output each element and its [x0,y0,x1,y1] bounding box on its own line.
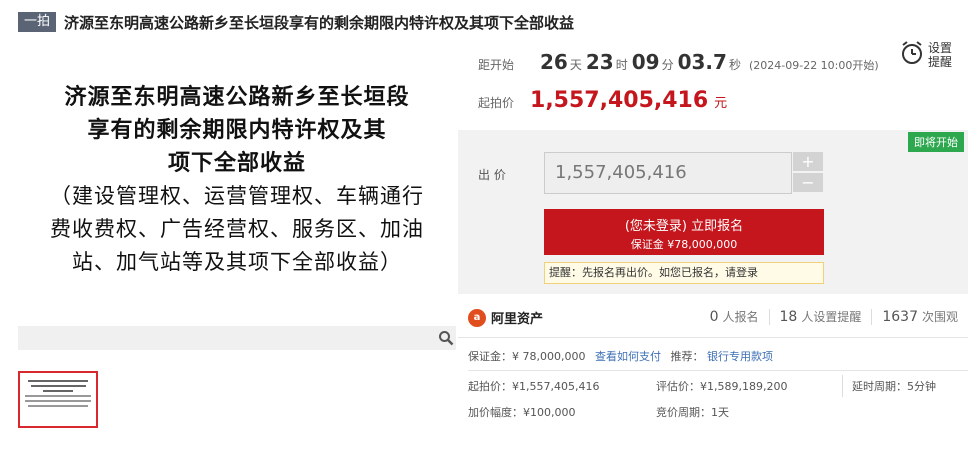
detail-bid-cycle: 竞价周期：1天 [656,406,729,419]
image-text-line: 享有的剩余期限内特许权及其 [87,117,387,143]
status-badge: 即将开始 [908,132,964,152]
signup-button[interactable]: (您未登录) 立即报名 保证金 ¥78,000,000 [544,209,824,255]
starting-price-value: 1,557,405,416 [530,88,709,113]
platform-logo: a 阿里资产 [468,308,543,327]
detail-delay-period: 延时周期：5分钟 [852,380,936,393]
countdown: 距开始 26 天 23 时 09 分 03.7 秒 (2024-09-22 10… [478,50,879,74]
stat-reminders: 18 人设置提醒 [780,308,862,325]
platform-name: 阿里资产 [491,312,544,327]
main-image[interactable]: 济源至东明高速公路新乡至长垣段 享有的剩余期限内特许权及其 项下全部收益 （建设… [18,56,456,326]
auction-type-tag: 一拍 [18,12,57,32]
page-title: 济源至东明高速公路新乡至长垣段享有的剩余期限内特许权及其项下全部收益 [64,13,575,32]
deposit-info: 保证金：¥ 78,000,000 查看如何支付 推荐： 银行专用款项 [468,348,773,364]
stat-number: 1637 [882,309,918,325]
stat-number: 18 [779,309,798,325]
deposit-amount: 保证金：¥ 78,000,000 [468,350,586,363]
countdown-days: 26 [540,50,568,74]
divider [768,308,770,325]
bid-input[interactable]: 1,557,405,416 [544,152,792,194]
start-time: (2024-09-22 10:00开始) [748,59,879,72]
image-text-line: 项下全部收益 [167,150,306,176]
bid-label: 出 价 [478,168,506,182]
detail-start-price: 起拍价：¥1,557,405,416 [468,380,600,393]
image-thumbnail[interactable] [18,371,98,428]
stats: 0 人报名 18 人设置提醒 1637 次围观 [710,308,958,325]
countdown-seconds: 03.7 [677,50,727,74]
alarm-clock-icon [900,40,924,69]
bank-payment-link[interactable]: 银行专用款项 [707,350,773,363]
image-toolbar [18,326,456,350]
stat-label: 次围观 [921,310,958,324]
signup-button-label: (您未登录) 立即报名 [624,219,744,234]
alibaba-logo-icon: a [468,308,486,327]
zoom-icon[interactable] [436,328,456,348]
bid-box: 即将开始 出 价 1,557,405,416 + − (您未登录) 立即报名 保… [458,130,968,294]
stat-label: 人设置提醒 [801,310,862,324]
decrease-bid-button[interactable]: − [793,173,823,192]
divider [842,375,843,397]
divider [871,308,873,325]
stat-views: 1637 次围观 [882,308,958,325]
set-reminder-button[interactable]: 设置提醒 [900,40,956,69]
recommend-label: 推荐： [670,350,704,363]
reminder-label: 设置提醒 [928,40,953,69]
countdown-minutes: 09 [631,50,660,74]
image-text-line: 济源至东明高速公路新乡至长垣段 [64,84,410,110]
days-unit: 天 [569,58,582,72]
minutes-unit: 分 [661,58,674,72]
countdown-hours: 23 [585,50,614,74]
countdown-label: 距开始 [478,58,515,72]
hours-unit: 时 [615,58,628,72]
starting-price-unit: 元 [714,96,728,111]
login-notice: 提醒：先报名再出价。如您已报名，请登录 [544,262,824,284]
increase-bid-button[interactable]: + [793,152,823,171]
stat-signups: 0 人报名 [710,308,759,325]
header: 一拍 济源至东明高速公路新乡至长垣段享有的剩余期限内特许权及其项下全部收益 [18,10,958,34]
image-text-line: 费收费权、广告经营权、服务区、加油 [50,217,424,241]
detail-appraisal: 评估价：¥1,589,189,200 [656,380,788,393]
image-text-line: （建设管理权、运营管理权、车辆通行 [50,184,424,208]
stat-number: 0 [709,309,719,325]
stat-label: 人报名 [722,310,759,324]
signup-deposit: 保证金 ¥78,000,000 [630,238,738,251]
auction-details: 起拍价：¥1,557,405,416 评估价：¥1,589,189,200 延时… [468,370,968,422]
platform-row: a 阿里资产 0 人报名 18 人设置提醒 1637 次围观 [458,298,968,338]
detail-increment: 加价幅度：¥100,000 [468,406,576,419]
starting-price: 起拍价 1,557,405,416 元 [478,88,727,113]
how-to-pay-link[interactable]: 查看如何支付 [595,350,661,363]
seconds-unit: 秒 [728,58,741,72]
starting-price-label: 起拍价 [478,96,515,110]
image-text-line: 站、加气站等及其项下全部收益） [72,250,402,274]
